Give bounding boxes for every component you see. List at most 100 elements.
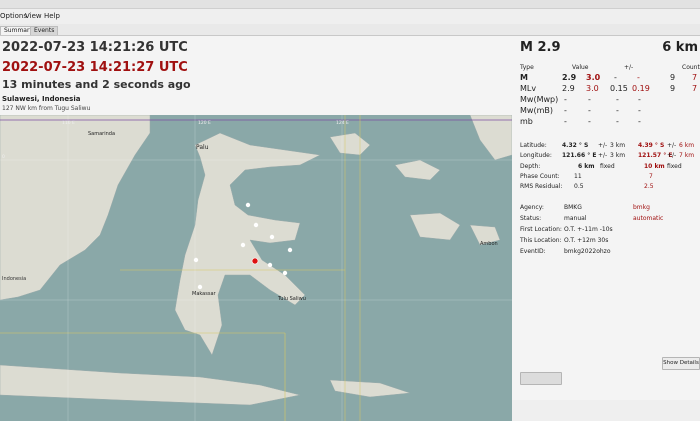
mag-value-alt: -: [588, 95, 591, 104]
mag-type: mb: [520, 117, 533, 126]
mag-value: -: [564, 95, 567, 104]
tab-events[interactable]: Events: [30, 26, 59, 35]
agency-value-alt: bmkg: [633, 204, 650, 211]
this-location-value: O.T. +12m 30s: [564, 237, 609, 244]
menu-help[interactable]: Help: [44, 12, 60, 20]
mag-unc: -: [616, 117, 619, 126]
event-map[interactable]: Palu Samarinda Makassar Tulu Saliwu Ambo…: [0, 115, 512, 421]
origin-time: 2022-07-23 14:21:26 UTC: [2, 40, 188, 55]
station-marker[interactable]: [193, 257, 199, 263]
mag-unc: -: [616, 106, 619, 115]
mag-unc-alt: 0.19: [632, 84, 650, 93]
map-label-lon-120: 120 E: [198, 120, 211, 126]
phase-count-value: 11: [574, 173, 582, 180]
mag-unc: 0.15: [610, 84, 628, 93]
depth-label: Depth:: [520, 163, 541, 170]
details-action-button[interactable]: [520, 372, 562, 385]
mag-value: 2.9: [562, 73, 577, 82]
map-label-lon-124: 124 E: [336, 120, 349, 126]
menu-view[interactable]: View: [25, 12, 42, 20]
longitude-value: 121.66 ° E: [562, 152, 597, 159]
tab-bar: Summary Events: [0, 24, 700, 36]
mag-type: Mw(Mwp): [520, 95, 559, 104]
event-id-label: EventID:: [520, 248, 546, 255]
agency-label: Agency:: [520, 204, 544, 211]
epicenter-marker[interactable]: [251, 257, 259, 265]
station-marker[interactable]: [269, 234, 275, 240]
mag-header-pm: +/-: [624, 64, 634, 71]
mag-value-alt: -: [588, 117, 591, 126]
station-marker[interactable]: [287, 247, 293, 253]
nearest-city: 127 NW km from Tugu Saliwu: [2, 105, 91, 112]
map-label-samarinda: Samarinda: [88, 131, 115, 137]
station-marker[interactable]: [253, 222, 259, 228]
mag-value-alt: 3.0: [586, 84, 599, 93]
show-details-button[interactable]: Show Details: [662, 357, 700, 370]
map-label-palu: Palu: [196, 144, 209, 151]
map-label-makassar: Makassar: [192, 291, 217, 297]
latitude-unc: 3 km: [610, 142, 626, 149]
longitude-unc-alt: 7 km: [679, 152, 695, 159]
mag-unc-alt: -: [638, 117, 641, 126]
depth-fixed-alt: fixed: [667, 163, 682, 170]
mag-unc-alt: -: [638, 106, 641, 115]
mag-value-alt: 3.0: [586, 73, 601, 82]
status-value: manual: [564, 215, 587, 222]
mag-unc-alt: -: [637, 73, 640, 82]
station-marker[interactable]: [267, 262, 273, 268]
mag-count: 9: [670, 84, 676, 93]
latitude-label: Latitude:: [520, 142, 547, 149]
menu-bar: Options View Help: [0, 9, 700, 24]
rms-value: 0.5: [574, 183, 584, 190]
status-value-alt: automatic: [633, 215, 664, 222]
station-marker[interactable]: [197, 284, 203, 290]
status-label: Status:: [520, 215, 542, 222]
this-location-label: This Location:: [520, 237, 562, 244]
latitude-unc-alt: 6 km: [679, 142, 695, 149]
latitude-value-alt: 4.39 ° S: [638, 142, 665, 149]
map-label-lat-0: 0: [2, 154, 5, 160]
elapsed-time: 13 minutes and 2 seconds ago: [2, 78, 191, 91]
mag-header-value: Value: [572, 64, 589, 71]
mag-value: -: [564, 106, 567, 115]
mag-unc-alt: -: [638, 95, 641, 104]
phase-count-value-alt: 7: [649, 173, 653, 180]
mag-count-alt: 7: [692, 73, 698, 82]
mag-type: M: [520, 73, 528, 82]
map-label-tulu: Tulu Saliwu: [277, 296, 306, 302]
map-label-ambon: Ambon: [480, 241, 498, 247]
depth-value: 6 km: [578, 163, 595, 170]
depth-value-alt: 10 km: [644, 163, 665, 170]
longitude-label: Longitude:: [520, 152, 552, 159]
menu-options[interactable]: Options: [0, 12, 27, 20]
window-titlebar: [0, 0, 700, 9]
latitude-pm-alt: +/-: [667, 142, 677, 149]
station-marker[interactable]: [240, 242, 246, 248]
longitude-pm-alt: +/-: [667, 152, 677, 159]
mag-value-alt: -: [588, 106, 591, 115]
agency-value: BMKG: [564, 204, 582, 211]
mag-unc: -: [614, 73, 617, 82]
region-name: Sulawesi, Indonesia: [2, 95, 81, 103]
longitude-pm: +/-: [598, 152, 608, 159]
station-marker[interactable]: [282, 270, 288, 276]
mag-count: 9: [670, 73, 676, 82]
depth-fixed: fixed: [600, 163, 615, 170]
latitude-pm: +/-: [598, 142, 608, 149]
origin-time-alt: 2022-07-23 14:21:27 UTC: [2, 60, 188, 75]
longitude-unc: 3 km: [610, 152, 626, 159]
rms-value-alt: 2.5: [644, 183, 654, 190]
first-location-label: First Location:: [520, 226, 562, 233]
mag-type: MLv: [520, 84, 537, 93]
first-location-value: O.T. +-11m -10s: [564, 226, 613, 233]
mag-value: 2.9: [562, 84, 575, 93]
latitude-value: 4.32 ° S: [562, 142, 589, 149]
mag-value: -: [564, 117, 567, 126]
depth-title: 6 km: [662, 40, 698, 55]
map-label-indonesia: Indonesia: [2, 276, 26, 282]
summary-right-panel: M 2.9 6 km Type Value +/- Count M 2.9 3.…: [512, 36, 700, 400]
mag-unc: -: [616, 95, 619, 104]
phase-count-label: Phase Count:: [520, 173, 560, 180]
summary-left-panel: 2022-07-23 14:21:26 UTC 2022-07-23 14:21…: [0, 36, 512, 421]
station-marker[interactable]: [245, 202, 251, 208]
